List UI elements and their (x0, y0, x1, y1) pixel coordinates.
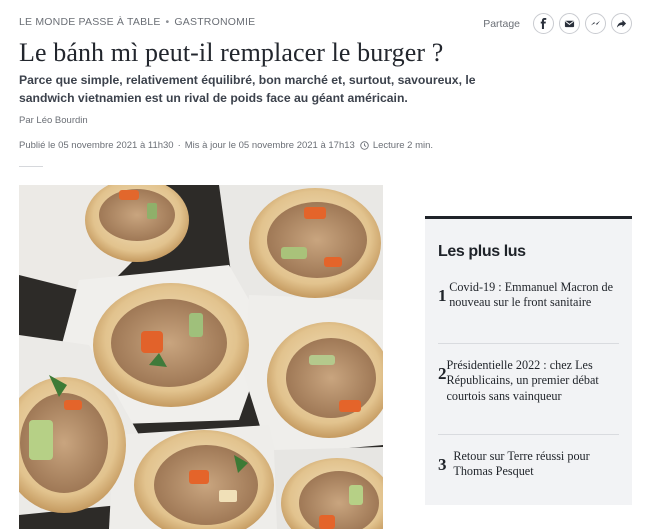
article-author: Par Léo Bourdin (19, 115, 88, 126)
clock-icon (360, 141, 369, 150)
most-read-rank: 1 (438, 286, 447, 305)
most-read-rank: 2 (438, 364, 447, 383)
share-messenger-button[interactable] (585, 13, 606, 34)
most-read-item-1[interactable]: 1 Covid-19 : Emmanuel Macron de nouveau … (438, 280, 622, 311)
breadcrumb: LE MONDE PASSE À TABLE • GASTRONOMIE (19, 16, 255, 28)
most-read-link[interactable]: Covid-19 : Emmanuel Macron de nouveau su… (449, 280, 622, 311)
breadcrumb-subsection-link[interactable]: GASTRONOMIE (174, 16, 255, 28)
email-icon (564, 20, 575, 28)
article-topline: LE MONDE PASSE À TABLE • GASTRONOMIE Parta… (19, 13, 632, 35)
meta-separator: · (177, 140, 181, 151)
most-read-title: Les plus lus (438, 243, 526, 260)
facebook-icon (540, 18, 547, 29)
reading-time: Lecture 2 min. (372, 140, 434, 151)
updated-date: Mis à jour le 05 novembre 2021 à 17h13 (184, 140, 355, 151)
most-read-link[interactable]: Retour sur Terre réussi pour Thomas Pesq… (453, 449, 622, 480)
most-read-panel: Les plus lus 1 Covid-19 : Emmanuel Macro… (425, 216, 632, 505)
messenger-icon (590, 20, 601, 26)
most-read-divider (438, 434, 619, 435)
meta-divider (19, 166, 43, 167)
most-read-link[interactable]: Présidentielle 2022 : chez Les Républica… (447, 358, 623, 404)
share-facebook-button[interactable] (533, 13, 554, 34)
most-read-item-3[interactable]: 3 Retour sur Terre réussi pour Thomas Pe… (438, 449, 622, 480)
most-read-item-2[interactable]: 2 Présidentielle 2022 : chez Les Républi… (438, 358, 622, 404)
share-label: Partage (483, 17, 520, 30)
article-photo (19, 185, 383, 529)
article-meta: Publié le 05 novembre 2021 à 11h30 · Mis… (19, 140, 433, 151)
article-title: Le bánh mì peut-il remplacer le burger ? (19, 38, 444, 67)
share-forward-button[interactable] (611, 13, 632, 34)
share-email-button[interactable] (559, 13, 580, 34)
share-bar: Partage (483, 13, 632, 34)
banh-mi-sandwiches-image (19, 185, 383, 529)
article-description: Parce que simple, relativement équilibré… (19, 73, 476, 105)
published-date: Publié le 05 novembre 2021 à 11h30 (19, 140, 174, 151)
most-read-divider (438, 343, 619, 344)
most-read-rank: 3 (438, 455, 447, 474)
forward-icon (616, 19, 627, 28)
breadcrumb-separator: • (165, 16, 170, 28)
breadcrumb-section-link[interactable]: LE MONDE PASSE À TABLE (19, 16, 161, 28)
